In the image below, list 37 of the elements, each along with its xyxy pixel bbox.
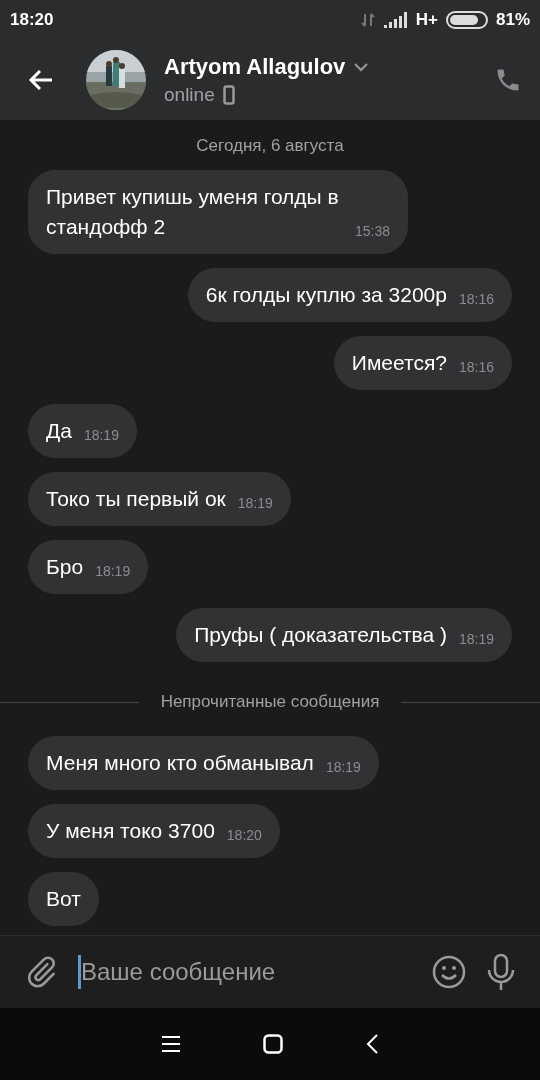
emoji-button[interactable]: [432, 955, 466, 989]
message-time: 18:19: [458, 631, 494, 647]
data-arrows-icon: [359, 12, 376, 28]
message-text: Пруфы ( доказательства ): [194, 622, 447, 648]
chevron-down-icon[interactable]: [353, 62, 370, 72]
message-text: Имеется?: [351, 350, 447, 376]
message-text: Токо ты первый ок: [46, 486, 226, 512]
date-label: Сегодня, 6 августа: [196, 136, 344, 156]
unread-divider-label: Непрочитанные сообщения: [160, 692, 380, 712]
message-text: Вот: [46, 886, 81, 912]
phone-device-icon: [222, 85, 235, 105]
battery-percent: 81%: [495, 10, 530, 30]
message-time: 15:38: [354, 223, 390, 239]
menu-button[interactable]: [161, 1035, 181, 1053]
message-text: Меня много кто обманывал: [46, 750, 314, 776]
message-time: 18:19: [95, 563, 131, 579]
battery-icon: [445, 11, 488, 29]
message-text: У меня токо 3700: [46, 818, 215, 844]
signal-icon: [383, 12, 408, 28]
clock: 18:20: [10, 10, 54, 30]
message-text: Да: [46, 418, 72, 444]
back-nav-button[interactable]: [365, 1033, 379, 1055]
contact-name[interactable]: Artyom Allagulov: [164, 54, 346, 80]
message-time: 18:19: [83, 427, 119, 443]
message-time: 18:19: [325, 759, 361, 775]
message-text: Привет купишь уменя голды в стандофф 2: [46, 184, 340, 240]
message-time: 18:20: [226, 827, 262, 843]
microphone-button[interactable]: [486, 953, 516, 991]
message-input[interactable]: Ваше сообщение: [78, 955, 412, 989]
message-text: 6к голды куплю за 3200р: [205, 282, 447, 308]
message-time: 18:16: [458, 291, 494, 307]
message-text: Бро: [46, 554, 84, 580]
message-time: 18:16: [458, 359, 494, 375]
network-type: H+: [415, 10, 438, 30]
online-status: online: [164, 84, 215, 106]
message-time: 18:19: [237, 495, 273, 511]
home-button[interactable]: [263, 1034, 283, 1054]
